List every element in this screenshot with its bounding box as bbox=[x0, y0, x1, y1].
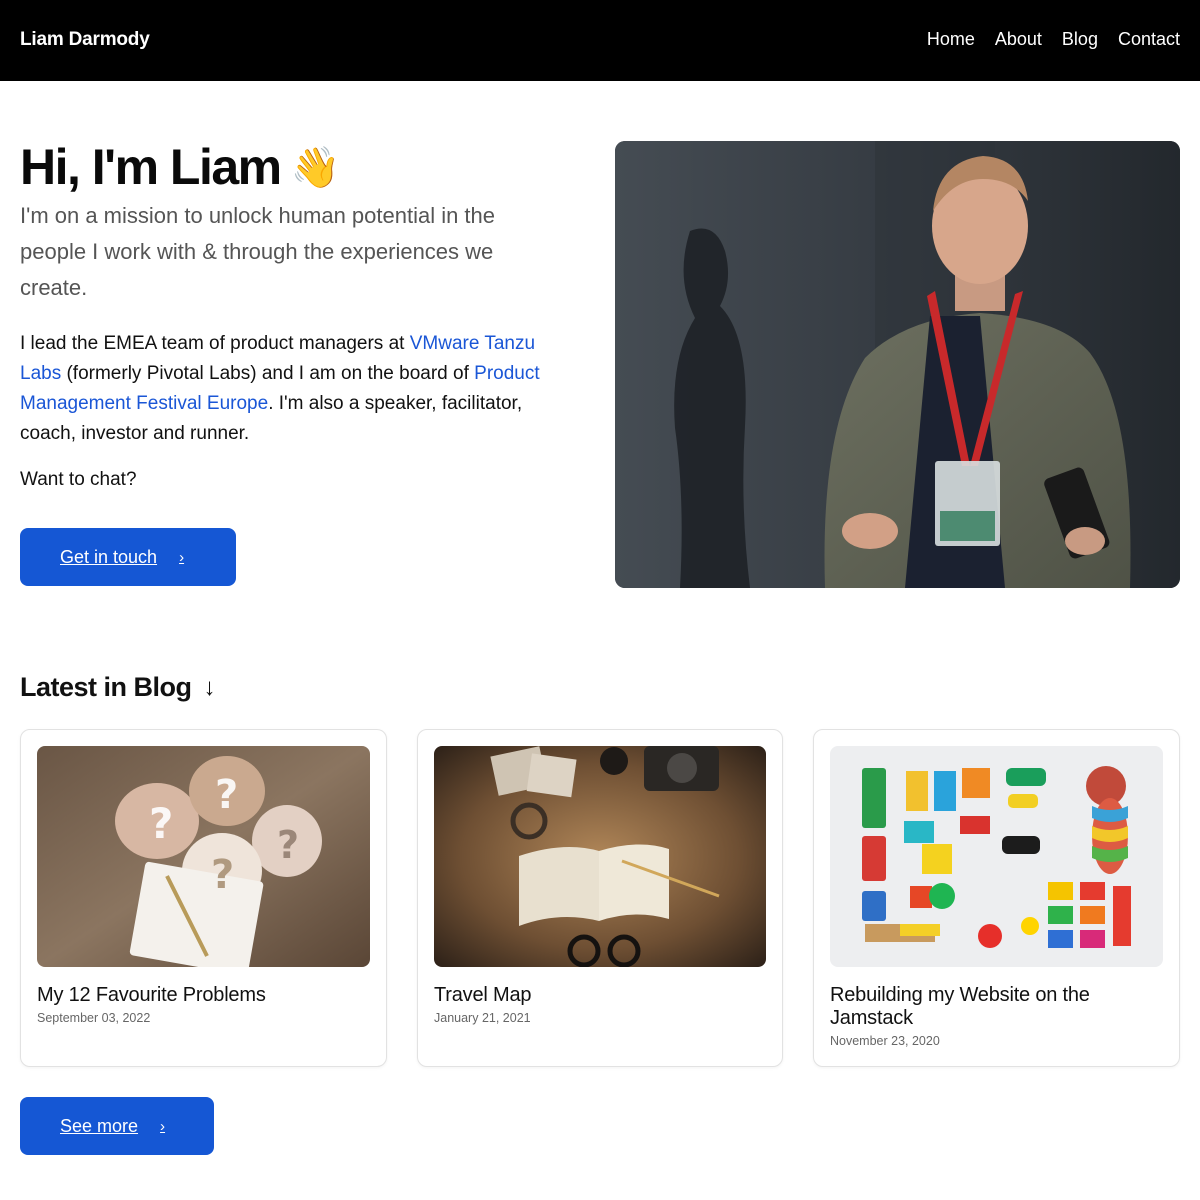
svg-text:?: ? bbox=[211, 852, 234, 898]
blog-card[interactable]: Rebuilding my Website on the Jamstack No… bbox=[813, 729, 1180, 1067]
chevron-right-icon: › bbox=[179, 548, 185, 566]
blog-card-date: November 23, 2020 bbox=[830, 1034, 940, 1048]
blog-card[interactable]: ? ? ? ? My 12 Favourite Problems Septemb… bbox=[20, 729, 387, 1067]
hero-title: Hi, I'm Liam 👋 bbox=[20, 138, 341, 196]
nav-link-blog[interactable]: Blog bbox=[1062, 29, 1098, 50]
get-in-touch-button[interactable]: Get in touch › bbox=[20, 528, 236, 586]
chevron-right-icon: › bbox=[160, 1117, 166, 1135]
waving-hand-icon: 👋 bbox=[290, 145, 341, 190]
nav-link-about[interactable]: About bbox=[995, 29, 1042, 50]
chat-prompt: Want to chat? bbox=[20, 469, 137, 490]
nav-link-home[interactable]: Home bbox=[927, 29, 975, 50]
travel-map-thumbnail bbox=[434, 746, 766, 967]
get-in-touch-label: Get in touch bbox=[60, 546, 158, 567]
top-navbar: Liam Darmody Home About Blog Contact bbox=[0, 0, 1200, 81]
blog-card-title[interactable]: My 12 Favourite Problems bbox=[37, 984, 357, 1007]
hero-bio-text: I lead the EMEA team of product managers… bbox=[20, 333, 410, 354]
latest-blog-heading: Latest in Blog ↓ bbox=[20, 672, 215, 703]
blog-card-title[interactable]: Travel Map bbox=[434, 984, 754, 1007]
toys-thumbnail bbox=[830, 746, 1163, 967]
nav-link-contact[interactable]: Contact bbox=[1118, 29, 1180, 50]
see-more-button[interactable]: See more › bbox=[20, 1097, 214, 1155]
hero-bio-text: (formerly Pivotal Labs) and I am on the … bbox=[61, 363, 475, 384]
latest-blog-heading-text: Latest in Blog bbox=[20, 672, 192, 702]
hero-title-text: Hi, I'm Liam bbox=[20, 139, 282, 195]
nav-links: Home About Blog Contact bbox=[927, 29, 1180, 50]
blog-card-date: January 21, 2021 bbox=[434, 1011, 531, 1025]
hero-subtitle: I'm on a mission to unlock human potenti… bbox=[20, 203, 496, 300]
speaker-portrait-photo bbox=[615, 141, 1180, 588]
svg-text:?: ? bbox=[215, 772, 238, 818]
blog-card-title[interactable]: Rebuilding my Website on the Jamstack bbox=[830, 984, 1150, 1030]
site-brand[interactable]: Liam Darmody bbox=[20, 29, 150, 51]
see-more-label: See more bbox=[60, 1115, 139, 1136]
arrow-down-icon: ↓ bbox=[203, 673, 216, 701]
question-marks-thumbnail: ? ? ? ? bbox=[37, 746, 370, 967]
blog-card-date: September 03, 2022 bbox=[37, 1011, 151, 1025]
svg-text:?: ? bbox=[277, 823, 299, 867]
blog-card[interactable]: Travel Map January 21, 2021 bbox=[417, 729, 783, 1067]
hero-bio: I lead the EMEA team of product managers… bbox=[20, 329, 565, 449]
svg-text:?: ? bbox=[149, 799, 173, 848]
